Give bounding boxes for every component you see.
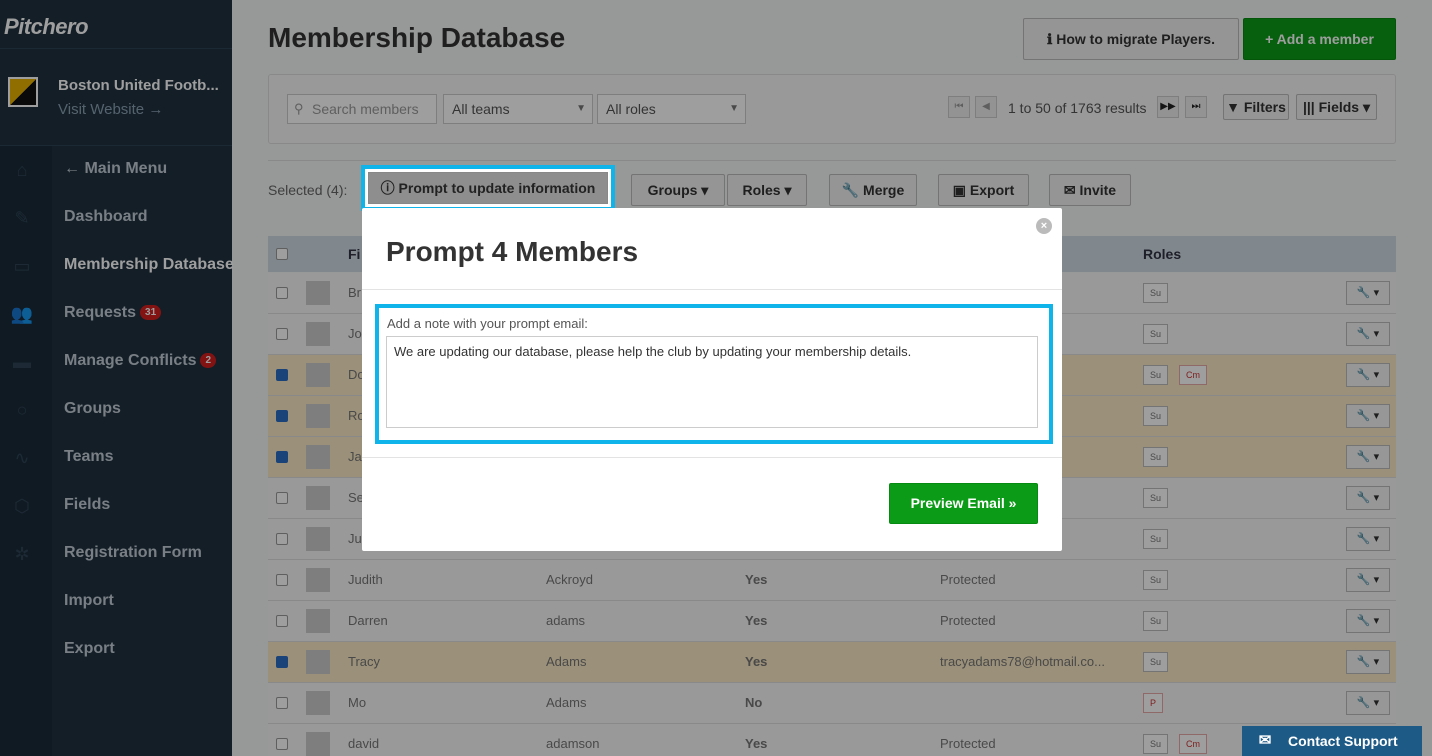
prompt-button-highlight: ⓘ Prompt to update information: [361, 165, 615, 211]
note-highlight: Add a note with your prompt email: We ar…: [375, 304, 1053, 444]
close-icon[interactable]: ×: [1036, 218, 1052, 234]
divider: [362, 289, 1062, 290]
prompt-modal: Prompt 4 Members × Add a note with your …: [362, 208, 1062, 551]
prompt-update-info-button[interactable]: ⓘ Prompt to update information: [368, 172, 608, 204]
contact-support-label: Contact Support: [1288, 733, 1398, 749]
note-textarea[interactable]: We are updating our database, please hel…: [386, 336, 1038, 428]
contact-support-button[interactable]: ✉ Contact Support: [1242, 726, 1422, 756]
mail-icon: ✉: [1258, 732, 1272, 749]
preview-email-button[interactable]: Preview Email »: [889, 483, 1038, 524]
divider: [362, 457, 1062, 458]
note-label: Add a note with your prompt email:: [387, 316, 588, 331]
modal-title: Prompt 4 Members: [386, 236, 639, 267]
